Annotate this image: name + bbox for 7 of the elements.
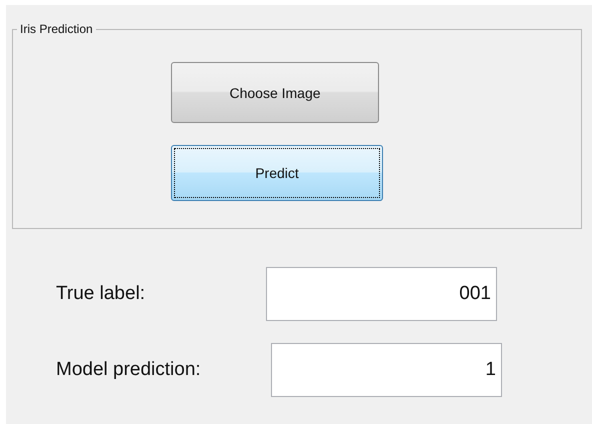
input-field[interactable]: 1: [271, 343, 502, 397]
choose-image-button[interactable]: Choose Image: [171, 62, 379, 123]
field-label: True label:: [56, 283, 146, 305]
field-label: Model prediction:: [56, 359, 202, 381]
panel-title: Iris Prediction: [19, 22, 94, 36]
input-field[interactable]: 001: [266, 267, 497, 321]
predict-button[interactable]: Predict: [171, 145, 383, 201]
